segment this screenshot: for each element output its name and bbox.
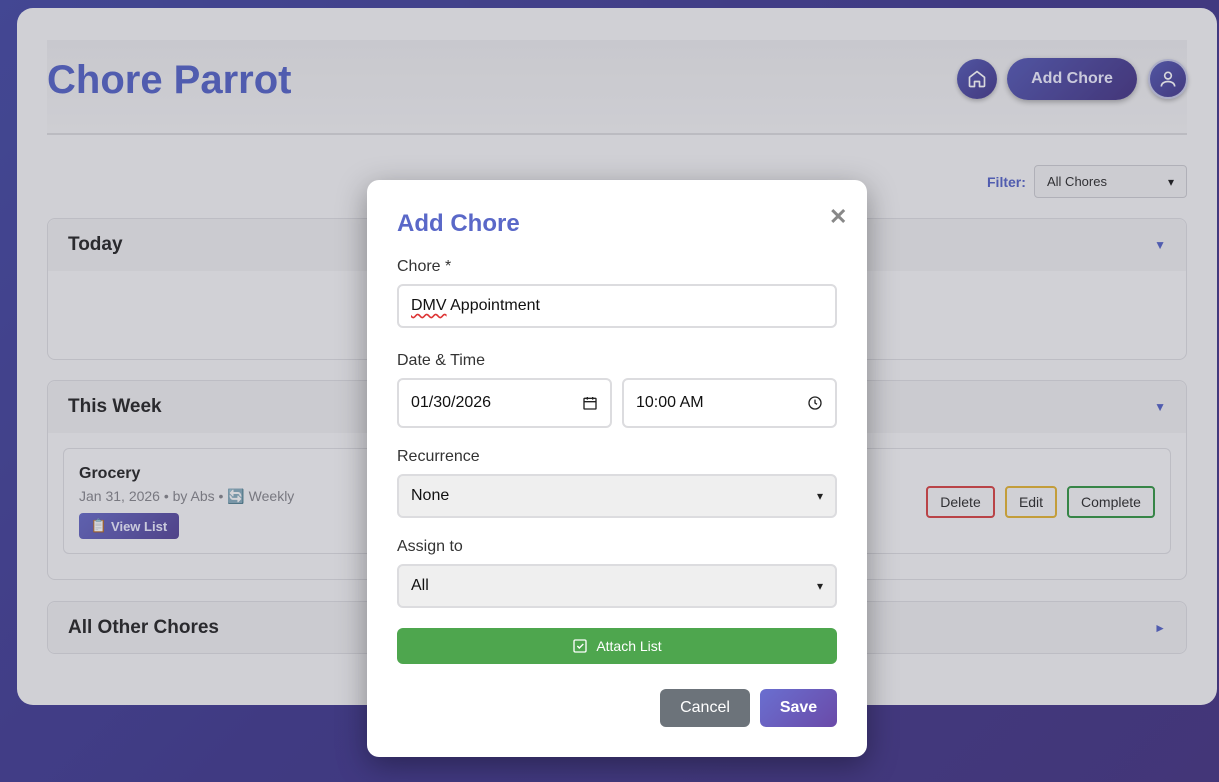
recurrence-value: None <box>411 487 450 504</box>
chevron-down-icon: ▾ <box>816 489 823 503</box>
date-value: 01/30/2026 <box>411 394 492 411</box>
cancel-button[interactable]: Cancel <box>660 689 750 727</box>
time-input[interactable]: 10:00 AM <box>622 378 837 428</box>
chore-input[interactable]: DMV Appointment <box>397 284 837 328</box>
assign-value: All <box>411 577 429 594</box>
chore-value-misspelled: DMV <box>411 297 447 314</box>
assign-select[interactable]: All ▾ <box>397 564 837 608</box>
calendar-icon <box>583 397 597 410</box>
attach-list-label: Attach List <box>596 638 662 654</box>
date-input[interactable]: 01/30/2026 <box>397 378 612 428</box>
close-icon[interactable]: ✕ <box>829 204 847 230</box>
clock-icon <box>808 396 822 410</box>
save-button[interactable]: Save <box>760 689 837 727</box>
checkbox-icon <box>573 639 587 653</box>
datetime-label: Date & Time <box>397 352 486 369</box>
recurrence-label: Recurrence <box>397 448 480 465</box>
chore-label: Chore * <box>397 258 452 275</box>
modal-title: Add Chore <box>397 210 520 237</box>
attach-list-button[interactable]: Attach List <box>397 628 837 664</box>
time-value: 10:00 AM <box>636 394 704 411</box>
recurrence-select[interactable]: None ▾ <box>397 474 837 518</box>
add-chore-modal: Add Chore ✕ Chore * DMV Appointment Date… <box>367 180 867 757</box>
chore-value-rest: Appointment <box>446 297 540 314</box>
chevron-down-icon: ▾ <box>816 579 823 593</box>
assign-label: Assign to <box>397 538 463 555</box>
